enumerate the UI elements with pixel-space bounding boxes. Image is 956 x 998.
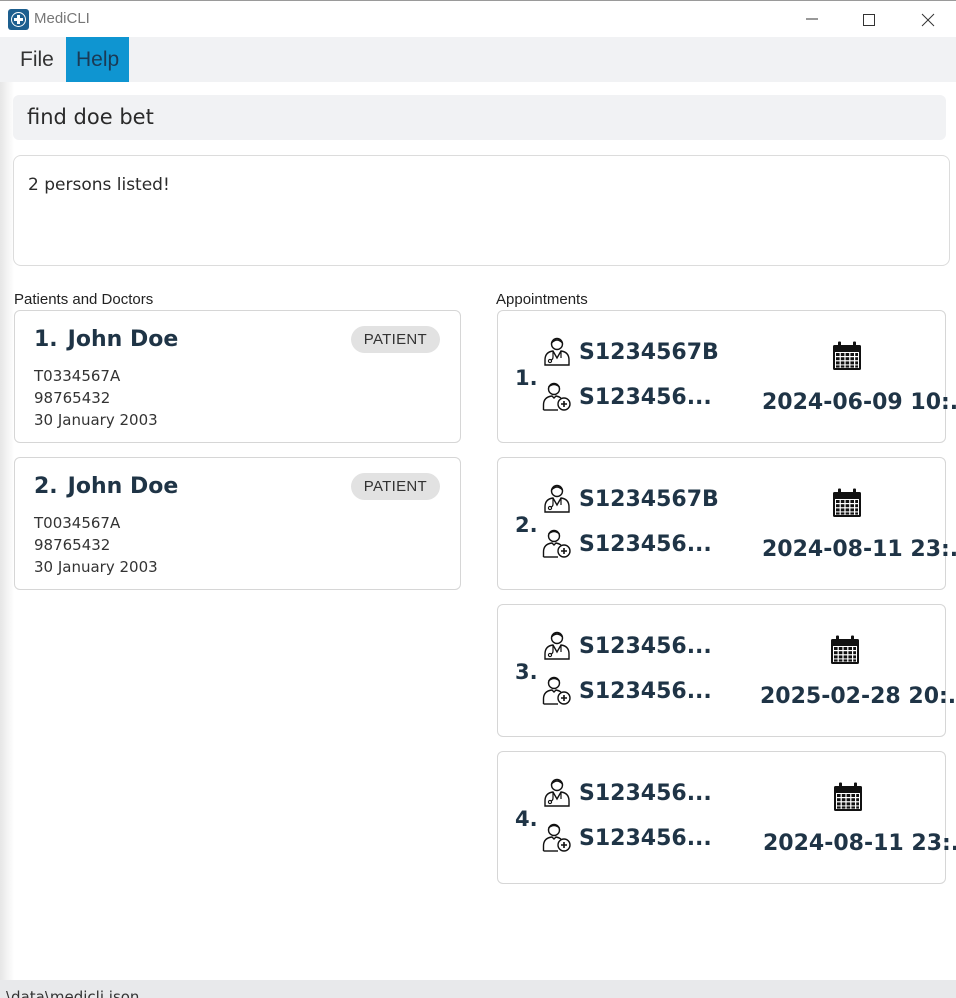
- doctor-icon: [542, 777, 572, 807]
- calendar-icon: [829, 634, 861, 666]
- appointment-card[interactable]: 1. S1234567B S123456... 2024-06-09 10:..…: [497, 310, 956, 443]
- appointment-datetime: 2024-06-09 10:...: [762, 390, 956, 415]
- result-text: 2 persons listed!: [28, 175, 170, 195]
- calendar-icon: [832, 781, 864, 813]
- appointment-doctor-id: S123456...: [579, 781, 712, 806]
- person-type-badge: PATIENT: [350, 326, 440, 353]
- patient-icon: [542, 675, 572, 705]
- appointment-patient-id: S123456...: [579, 679, 712, 704]
- appointment-card[interactable]: 3. S123456... S123456... 2025-02-28 20:.…: [497, 604, 956, 737]
- person-name: 2. John Doe: [34, 474, 178, 499]
- result-display: 2 persons listed!: [13, 155, 950, 266]
- doctor-icon: [542, 630, 572, 660]
- person-index: 2.: [34, 474, 58, 499]
- persons-panel-label: Patients and Doctors: [14, 291, 154, 308]
- person-card[interactable]: 2. John Doe PATIENT T0034567A 98765432 30…: [14, 457, 461, 590]
- close-icon[interactable]: [908, 7, 948, 33]
- command-input[interactable]: find doe bet: [27, 95, 154, 140]
- status-file-path: \data\medicli.json: [6, 988, 140, 998]
- menu-bar: File Help: [0, 37, 956, 82]
- maximize-icon[interactable]: [849, 7, 889, 33]
- calendar-icon: [831, 487, 863, 519]
- appointment-doctor-id: S1234567B: [579, 340, 719, 365]
- appointment-datetime: 2024-08-11 23:...: [763, 831, 956, 856]
- person-dob: 30 January 2003: [34, 558, 158, 576]
- doctor-icon: [542, 336, 572, 366]
- appointment-doctor-id: S123456...: [579, 634, 712, 659]
- person-dob: 30 January 2003: [34, 411, 158, 429]
- window-title: MediCLI: [34, 10, 90, 27]
- appointment-datetime: 2025-02-28 20:...: [760, 684, 956, 709]
- appointment-index: 4.: [515, 807, 538, 831]
- appointment-card[interactable]: 2. S1234567B S123456... 2024-08-11 23:..…: [497, 457, 956, 590]
- appointment-patient-id: S123456...: [579, 385, 712, 410]
- title-bar: MediCLI: [0, 0, 956, 37]
- person-card[interactable]: 1. John Doe PATIENT T0334567A 98765432 30…: [14, 310, 461, 443]
- person-index: 1.: [34, 327, 58, 352]
- menu-help[interactable]: Help: [66, 37, 130, 82]
- minimize-icon[interactable]: [792, 7, 832, 33]
- patient-icon: [542, 528, 572, 558]
- appointments-panel-label: Appointments: [496, 291, 588, 308]
- person-name-text: John Doe: [67, 327, 179, 352]
- person-nric: T0034567A: [34, 514, 121, 532]
- calendar-icon: [831, 340, 863, 372]
- appointment-patient-id: S123456...: [579, 532, 712, 557]
- appointment-index: 1.: [515, 366, 538, 390]
- appointment-index: 3.: [515, 660, 538, 684]
- left-edge-shade: [0, 82, 14, 980]
- command-box[interactable]: find doe bet: [13, 95, 946, 140]
- person-phone: 98765432: [34, 389, 111, 407]
- appointment-doctor-id: S1234567B: [579, 487, 719, 512]
- appointment-datetime: 2024-08-11 23:...: [762, 537, 956, 562]
- person-name-text: John Doe: [67, 474, 179, 499]
- doctor-icon: [542, 483, 572, 513]
- appointment-index: 2.: [515, 513, 538, 537]
- appointment-patient-id: S123456...: [579, 826, 712, 851]
- medical-cross-icon: [8, 9, 29, 30]
- person-name: 1. John Doe: [34, 327, 178, 352]
- person-type-badge: PATIENT: [350, 473, 440, 500]
- status-bar: \data\medicli.json: [0, 980, 956, 998]
- patient-icon: [542, 822, 572, 852]
- patient-icon: [542, 381, 572, 411]
- person-nric: T0334567A: [34, 367, 121, 385]
- menu-file[interactable]: File: [10, 37, 64, 82]
- appointment-card[interactable]: 4. S123456... S123456... 2024-08-11 23:.…: [497, 751, 956, 884]
- person-phone: 98765432: [34, 536, 111, 554]
